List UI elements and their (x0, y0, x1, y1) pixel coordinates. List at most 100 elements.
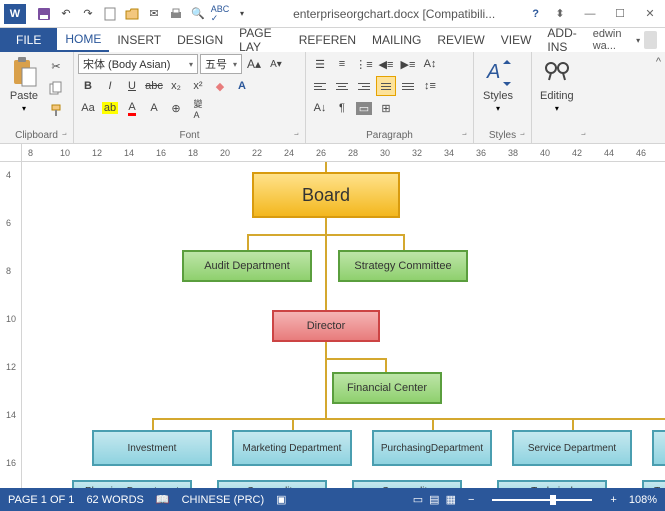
character-shading-icon[interactable]: A (144, 98, 164, 118)
maximize-icon[interactable]: ☐ (605, 3, 635, 25)
clear-formatting-icon[interactable]: ◆ (210, 76, 230, 96)
word-count[interactable]: 62 WORDS (86, 494, 143, 506)
org-node-board[interactable]: Board (252, 172, 400, 218)
tab-page-layout[interactable]: PAGE LAY (231, 28, 291, 52)
new-doc-icon[interactable] (100, 4, 120, 24)
line-spacing-icon[interactable]: ↕≡ (420, 76, 440, 96)
org-node-financial[interactable]: Financial Center (332, 372, 442, 404)
align-right-icon[interactable] (354, 76, 374, 96)
org-node-director[interactable]: Director (272, 310, 380, 342)
document-canvas[interactable]: Board Audit Department Strategy Committee D… (22, 162, 665, 488)
group-label: Paragraph (310, 128, 469, 143)
tab-insert[interactable]: INSERT (109, 28, 169, 52)
group-clipboard: Paste ▾ ✂ Clipboard (0, 52, 74, 143)
bullets-icon[interactable]: ☰ (310, 54, 330, 74)
grow-font-icon[interactable]: A▴ (244, 54, 264, 74)
shrink-font-icon[interactable]: A▾ (266, 54, 286, 74)
org-node-training[interactable]: Training (642, 480, 665, 488)
format-painter-icon[interactable] (46, 100, 66, 120)
tab-addins[interactable]: ADD-INS (539, 28, 592, 52)
increase-indent-icon[interactable]: ▶≡ (398, 54, 418, 74)
decrease-indent-icon[interactable]: ◀≡ (376, 54, 396, 74)
borders-icon[interactable]: ⊞ (376, 98, 396, 118)
strikethrough-button[interactable]: abc (144, 76, 164, 96)
subscript-button[interactable]: x₂ (166, 76, 186, 96)
cut-icon[interactable]: ✂ (46, 56, 66, 76)
tab-mailings[interactable]: MAILING (364, 28, 429, 52)
tab-view[interactable]: VIEW (493, 28, 540, 52)
zoom-out-icon[interactable]: − (468, 494, 474, 506)
macro-icon[interactable]: ▣ (276, 493, 286, 506)
ruler-scale[interactable]: 810121416182022242628303234363840424446 (22, 144, 665, 161)
justify-icon[interactable] (376, 76, 396, 96)
paste-button[interactable]: Paste ▾ (4, 54, 44, 115)
language-indicator[interactable]: CHINESE (PRC) (182, 494, 265, 506)
org-node-investment[interactable]: Investment (92, 430, 212, 466)
spellcheck-icon[interactable]: ABC✓ (210, 4, 230, 24)
bold-button[interactable]: B (78, 76, 98, 96)
tab-design[interactable]: DESIGN (169, 28, 231, 52)
close-icon[interactable]: ✕ (635, 3, 665, 25)
font-color-icon[interactable]: A (122, 98, 142, 118)
numbering-icon[interactable]: ≡ (332, 54, 352, 74)
org-node-marketing[interactable]: Marketing Department (232, 430, 352, 466)
org-node-planning[interactable]: Planning Department (72, 480, 192, 488)
underline-button[interactable]: U (122, 76, 142, 96)
phonetic-guide-icon[interactable]: 變A (188, 98, 208, 118)
show-marks-icon[interactable]: ¶ (332, 98, 352, 118)
editing-button[interactable]: Editing ▾ (536, 54, 578, 115)
superscript-button[interactable]: x² (188, 76, 208, 96)
web-layout-icon[interactable]: ▦ (446, 493, 456, 506)
font-size-combo[interactable]: 五号▾ (200, 54, 242, 74)
align-center-icon[interactable] (332, 76, 352, 96)
avatar-icon (644, 31, 657, 49)
asian-layout-icon[interactable]: A↕ (420, 54, 440, 74)
multilevel-icon[interactable]: ⋮≡ (354, 54, 374, 74)
ribbon-display-icon[interactable]: ⬍ (545, 3, 575, 25)
print-layout-icon[interactable]: ▤ (429, 493, 439, 506)
highlight-icon[interactable]: ab (100, 98, 120, 118)
shading-icon[interactable]: ▭ (354, 98, 374, 118)
user-account[interactable]: edwin wa... ▾ (593, 28, 665, 52)
org-node-commodity2[interactable]: Commodity (352, 480, 462, 488)
org-node-audit[interactable]: Audit Department (182, 250, 312, 282)
preview-icon[interactable]: 🔍 (188, 4, 208, 24)
zoom-slider[interactable] (492, 499, 592, 501)
text-effects-icon[interactable]: A (232, 76, 252, 96)
org-node-strategy[interactable]: Strategy Committee (338, 250, 468, 282)
redo-icon[interactable]: ↷ (78, 4, 98, 24)
copy-icon[interactable] (46, 78, 66, 98)
italic-button[interactable]: I (100, 76, 120, 96)
ruler-vertical[interactable]: 46810121416 (0, 162, 22, 488)
zoom-in-icon[interactable]: + (610, 494, 616, 506)
styles-button[interactable]: A Styles ▾ (478, 54, 518, 115)
distributed-icon[interactable] (398, 76, 418, 96)
print-icon[interactable] (166, 4, 186, 24)
page-indicator[interactable]: PAGE 1 OF 1 (8, 494, 74, 506)
enclose-icon[interactable]: ⊕ (166, 98, 186, 118)
qat-dropdown-icon[interactable]: ▾ (232, 4, 252, 24)
file-tab[interactable]: FILE (0, 28, 57, 52)
change-case-icon[interactable]: Aa (78, 98, 98, 118)
tab-review[interactable]: REVIEW (429, 28, 492, 52)
collapse-ribbon-icon[interactable]: ^ (656, 56, 661, 68)
tab-references[interactable]: REFEREN (291, 28, 364, 52)
org-node-human[interactable]: Human (652, 430, 665, 466)
read-mode-icon[interactable]: ▭ (413, 493, 423, 506)
org-node-commodity1[interactable]: Commodity (217, 480, 327, 488)
save-icon[interactable] (34, 4, 54, 24)
undo-icon[interactable]: ↶ (56, 4, 76, 24)
open-icon[interactable] (122, 4, 142, 24)
tab-home[interactable]: HOME (57, 28, 109, 52)
org-node-service[interactable]: Service Department (512, 430, 632, 466)
sort-icon[interactable]: A↓ (310, 98, 330, 118)
email-icon[interactable]: ✉ (144, 4, 164, 24)
org-node-technical[interactable]: Technical (497, 480, 607, 488)
proofing-icon[interactable]: 📖 (156, 493, 170, 506)
align-left-icon[interactable] (310, 76, 330, 96)
font-name-combo[interactable]: 宋体 (Body Asian)▾ (78, 54, 198, 74)
help-icon[interactable]: ? (532, 8, 539, 20)
minimize-icon[interactable]: — (575, 3, 605, 25)
org-node-purchasing[interactable]: PurchasingDepartment (372, 430, 492, 466)
zoom-level[interactable]: 108% (629, 494, 657, 506)
